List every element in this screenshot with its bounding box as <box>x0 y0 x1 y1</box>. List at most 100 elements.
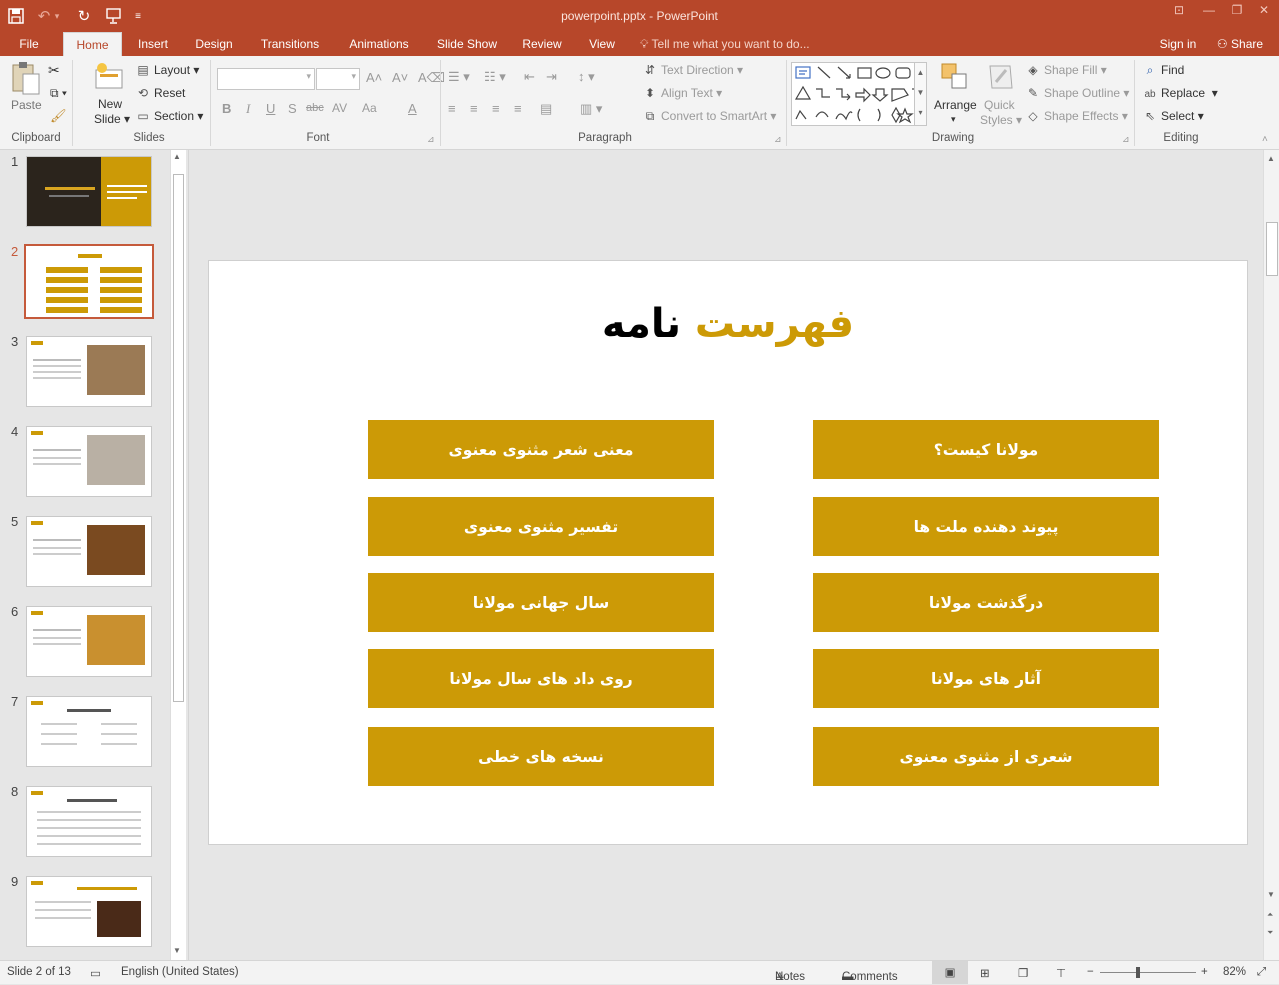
scroll-up-icon[interactable]: ▲ <box>173 152 181 161</box>
scrollbar-thumb[interactable] <box>173 174 184 702</box>
decrease-indent-icon[interactable]: ⇤ <box>524 69 535 85</box>
scroll-down-icon[interactable]: ▼ <box>1267 890 1275 899</box>
shape-effects-button[interactable]: ◇ Shape Effects ▾ <box>1025 109 1127 123</box>
collapse-ribbon-icon[interactable]: ˄ <box>1262 134 1268 145</box>
align-distributed-icon[interactable]: ▤ <box>540 101 552 117</box>
format-painter-icon[interactable]: 🖌︎ <box>50 108 67 124</box>
slide-canvas[interactable]: فهرست نامه مولانا کیست؟ پیوند دهنده ملت … <box>208 260 1248 845</box>
font-family-combo[interactable]: ▾ <box>217 68 315 90</box>
character-spacing-button[interactable]: AV <box>332 101 347 115</box>
tab-file[interactable]: File <box>8 32 50 56</box>
convert-smartart-button[interactable]: ⧉ Convert to SmartArt ▾ <box>642 109 777 124</box>
slide-thumbnail-selected[interactable] <box>24 244 154 319</box>
arrange-button[interactable]: Arrange ▾ <box>934 60 978 130</box>
toc-item[interactable]: روی داد های سال مولانا <box>368 649 714 708</box>
reading-view-icon[interactable]: ❐ <box>1018 966 1028 980</box>
tab-insert[interactable]: Insert <box>130 32 176 56</box>
slide-sorter-icon[interactable]: ⊞ <box>980 966 990 980</box>
underline-button[interactable]: U <box>266 101 275 116</box>
scrollbar-thumb[interactable] <box>1266 222 1278 276</box>
align-right-icon[interactable]: ≡ <box>492 101 500 116</box>
slide-thumbnail[interactable] <box>26 876 152 947</box>
new-slide-button[interactable]: New Slide ▾ <box>88 60 130 130</box>
shapes-gallery[interactable] <box>791 62 927 126</box>
tab-slide-show[interactable]: Slide Show <box>430 32 504 56</box>
columns-icon[interactable]: ▥ ▾ <box>580 101 602 117</box>
toc-item[interactable]: درگذشت مولانا <box>813 573 1159 632</box>
zoom-slider-track[interactable] <box>1100 972 1196 973</box>
slide-thumbnail[interactable] <box>26 696 152 767</box>
slide-thumbnail[interactable] <box>26 336 152 407</box>
layout-button[interactable]: ▤ Layout ▾ <box>135 63 199 77</box>
sign-in-link[interactable]: Sign in <box>1154 32 1202 56</box>
font-dialog-launcher-icon[interactable]: ⊿ <box>427 134 435 145</box>
toc-item[interactable]: شعری از مثنوی معنوی <box>813 727 1159 786</box>
slide-thumbnail[interactable] <box>26 606 152 677</box>
scroll-up-icon[interactable]: ▲ <box>1267 154 1275 163</box>
zoom-level[interactable]: 82% <box>1223 966 1246 978</box>
text-direction-button[interactable]: ⇵ Text Direction ▾ <box>642 63 743 77</box>
reset-button[interactable]: ⟲ Reset <box>135 86 185 100</box>
clear-formatting-icon[interactable]: A⌫ <box>418 70 445 86</box>
slide-thumbnail[interactable] <box>26 786 152 857</box>
italic-button[interactable]: I <box>246 101 250 117</box>
share-button[interactable]: ⚇ Share <box>1206 32 1274 56</box>
find-button[interactable]: ⌕ Find <box>1142 63 1185 78</box>
tab-transitions[interactable]: Transitions <box>252 32 328 56</box>
toc-item[interactable]: پیوند دهنده ملت ها <box>813 497 1159 556</box>
zoom-slider-thumb[interactable] <box>1136 967 1140 978</box>
slide-thumbnail[interactable] <box>26 156 152 227</box>
quick-styles-button[interactable]: Quick Styles ▾ <box>980 60 1022 130</box>
thumbnail-scrollbar[interactable]: ▲ ▼ <box>170 150 186 960</box>
scroll-down-icon[interactable]: ▼ <box>173 946 181 955</box>
align-left-icon[interactable]: ≡ <box>448 101 456 116</box>
toc-item[interactable]: آثار های مولانا <box>813 649 1159 708</box>
toc-item[interactable]: سال جهانی مولانا <box>368 573 714 632</box>
normal-view-icon[interactable]: ▣ <box>932 961 968 984</box>
grow-font-icon[interactable]: A˄ <box>366 70 382 85</box>
language-indicator[interactable]: English (United States) <box>121 966 239 978</box>
shape-fill-button[interactable]: ◈ Shape Fill ▾ <box>1025 63 1106 77</box>
bullets-icon[interactable]: ☰ ▾ <box>448 69 470 85</box>
font-color-button[interactable]: A <box>408 101 417 116</box>
close-icon[interactable]: ✕ <box>1251 3 1277 23</box>
toc-item[interactable]: نسخه های خطی <box>368 727 714 786</box>
pane-divider[interactable] <box>188 150 189 960</box>
increase-indent-icon[interactable]: ⇥ <box>546 69 557 85</box>
select-button[interactable]: ⇖ Select ▾ <box>1142 109 1204 123</box>
toc-item[interactable]: مولانا کیست؟ <box>813 420 1159 479</box>
align-text-button[interactable]: ⬍ Align Text ▾ <box>642 86 722 100</box>
toc-item[interactable]: تفسیر مثنوی معنوی <box>368 497 714 556</box>
restore-icon[interactable]: ❐ <box>1224 3 1250 23</box>
slideshow-view-icon[interactable]: ⊤ <box>1056 966 1066 980</box>
line-spacing-icon[interactable]: ↕ ▾ <box>578 69 595 85</box>
zoom-out-icon[interactable]: − <box>1087 966 1094 978</box>
spell-check-icon[interactable]: ▭︎ <box>90 966 101 980</box>
tell-me-box[interactable]: 💡︎ Tell me what you want to do... <box>640 32 830 56</box>
numbering-icon[interactable]: ☷ ▾ <box>484 69 506 85</box>
tab-review[interactable]: Review <box>516 32 568 56</box>
tab-animations[interactable]: Animations <box>340 32 418 56</box>
drawing-dialog-launcher-icon[interactable]: ⊿ <box>1122 134 1130 145</box>
tab-design[interactable]: Design <box>188 32 240 56</box>
cut-icon[interactable]: ✂ <box>48 62 60 79</box>
shrink-font-icon[interactable]: A˅ <box>392 70 408 85</box>
shapes-gallery-scroll[interactable]: ▲ ▼ ▾ <box>914 62 927 126</box>
tab-home[interactable]: Home <box>63 32 122 56</box>
tab-view[interactable]: View <box>582 32 622 56</box>
zoom-in-icon[interactable]: + <box>1201 966 1208 978</box>
justify-icon[interactable]: ≡ <box>514 101 522 116</box>
shape-outline-button[interactable]: ✎ Shape Outline ▾ <box>1025 86 1129 100</box>
next-slide-icon[interactable]: ⏷ <box>1267 928 1273 938</box>
previous-slide-icon[interactable]: ⏶ <box>1267 910 1273 920</box>
slide-title[interactable]: فهرست نامه <box>209 301 1247 347</box>
slide-scrollbar[interactable]: ▲ ▼ ⏶ ⏷ <box>1263 150 1279 960</box>
bold-button[interactable]: B <box>222 101 231 116</box>
fit-to-window-icon[interactable]: ⤢ <box>1257 966 1266 979</box>
paragraph-dialog-launcher-icon[interactable]: ⊿ <box>774 134 782 145</box>
slide-thumbnail[interactable] <box>26 516 152 587</box>
strikethrough-button[interactable]: abc <box>306 102 324 114</box>
font-size-combo[interactable]: ▾ <box>316 68 360 90</box>
align-center-icon[interactable]: ≡ <box>470 101 478 116</box>
toc-item[interactable]: معنی شعر مثنوی معنوی <box>368 420 714 479</box>
